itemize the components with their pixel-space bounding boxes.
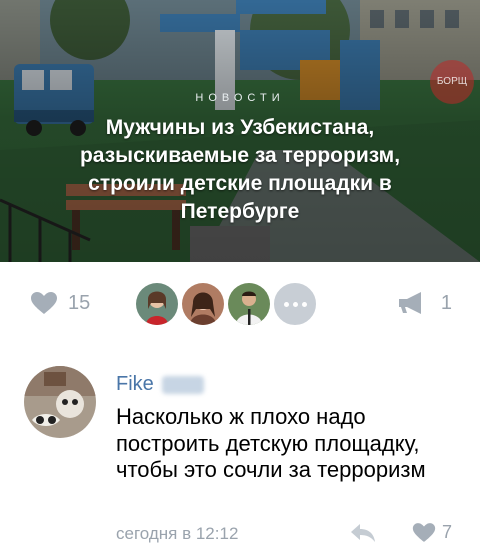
blurred-surname [162,376,204,394]
user-photo [24,366,96,438]
comment-author-avatar[interactable] [24,366,96,438]
comment-item: Fike Насколько ж плохо надо построить де… [0,344,480,556]
reply-icon [351,524,375,542]
like-count: 15 [68,291,91,314]
post-image-card[interactable]: БОРЩ НОВОСТИ Мужчины из Узбекистана, раз… [0,0,480,262]
more-likers-button[interactable] [272,281,318,327]
share-count: 1 [440,291,452,314]
post-actions-bar: 15 1 [0,262,480,344]
heart-icon [31,292,57,314]
comment-like-count: 7 [442,522,453,542]
post-category: НОВОСТИ [195,92,285,104]
user-photo [228,283,270,325]
reply-button[interactable] [350,522,376,549]
like-button[interactable]: 15 [30,288,90,318]
comment-timestamp[interactable]: сегодня в 12:12 [116,524,238,544]
comment-like-button[interactable]: 7 [412,522,452,543]
avatar[interactable] [226,281,272,327]
user-photo [182,283,224,325]
ellipsis-icon [283,301,289,307]
comment-author-name[interactable]: Fike [116,373,154,396]
avatar[interactable] [180,281,226,327]
post-headline[interactable]: Мужчины из Узбекистана, разыскиваемые за… [40,114,440,226]
share-button[interactable]: 1 [397,288,452,318]
megaphone-icon [398,292,421,314]
heart-icon [412,523,436,542]
comment-text: Насколько ж плохо надо построить детскую… [116,404,426,482]
user-photo [136,283,178,325]
avatar[interactable] [134,281,180,327]
